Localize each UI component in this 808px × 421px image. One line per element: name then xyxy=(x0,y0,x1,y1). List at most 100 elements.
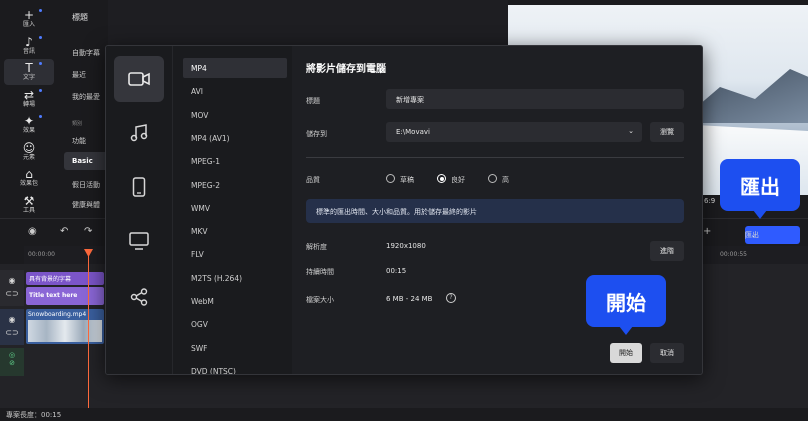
title-input[interactable]: 新增專案 xyxy=(386,89,684,109)
video-camera-icon xyxy=(128,72,150,86)
monitor-icon xyxy=(129,232,149,250)
title-clip[interactable]: Title text here xyxy=(26,287,104,305)
quality-info-banner: 標準的匯出時間、大小和品質。用於儲存最終的影片 xyxy=(306,199,684,223)
rail-item[interactable]: ☺ 元素 xyxy=(4,139,54,165)
category-basic-selected[interactable]: Basic xyxy=(64,152,108,170)
rail-item[interactable]: ⌂ 效果包 xyxy=(4,165,54,191)
mute-icon[interactable]: ⊂⊃ xyxy=(0,328,24,337)
export-button[interactable]: 匯出 ⌄ xyxy=(745,226,800,244)
quality-draft-label: 草稿 xyxy=(400,176,414,184)
format-list: MP4 AVI MOV MP4 (AV1) MPEG-1 MPEG-2 WMV MKV FLV M… xyxy=(172,46,292,374)
quality-good-radio[interactable] xyxy=(437,174,446,183)
format-item[interactable]: M2TS (H.264) xyxy=(183,268,287,288)
new-indicator-dot xyxy=(39,35,42,39)
format-item[interactable]: MP4 xyxy=(183,58,287,78)
rail-item[interactable]: ✦ 效果 xyxy=(4,112,54,138)
tv-export-tab[interactable] xyxy=(114,218,164,264)
ruler-end-time: 00:00:55 xyxy=(720,251,747,258)
rail-icon: T xyxy=(25,61,33,75)
format-item[interactable]: MP4 (AV1) xyxy=(183,128,287,148)
rail-item[interactable]: T 文字 xyxy=(4,59,54,85)
rail-item[interactable]: + 匯入 xyxy=(4,6,54,32)
format-item[interactable]: SWF xyxy=(183,338,287,358)
video-clip[interactable]: Snowboarding.mp4 xyxy=(26,309,104,344)
rail-label: 效果包 xyxy=(19,180,38,187)
quality-draft-radio[interactable] xyxy=(386,174,395,183)
start-button[interactable]: 開始 xyxy=(610,343,642,363)
format-item[interactable]: MOV xyxy=(183,105,287,125)
title-clip[interactable]: 具有背景的字幕 xyxy=(26,272,104,285)
save-location-value: E:\Movavi xyxy=(396,128,430,136)
quality-label: 品質 xyxy=(306,176,320,184)
export-button-label: 匯出 xyxy=(745,231,759,239)
redo-icon[interactable]: ↷ xyxy=(84,226,92,237)
undo-icon[interactable]: ↶ xyxy=(60,226,68,237)
format-item[interactable]: MKV xyxy=(183,221,287,241)
audio-icon[interactable]: ◎ xyxy=(0,351,24,359)
tool-rail: + 匯入 ♪ 音訊 T 文字 ⇄ 轉場 ✦ 效果 ☺ 元素 ⌂ 效果包 ⚒ 工具 xyxy=(0,0,58,218)
rail-icon: + xyxy=(23,8,35,22)
preview-time: 6:9 xyxy=(704,197,716,205)
format-item[interactable]: AVI xyxy=(183,81,287,101)
name-label: 標題 xyxy=(306,97,320,105)
start-callout: 開始 xyxy=(586,275,666,335)
title-track-header: ◉ ⊂⊃ xyxy=(0,270,24,306)
format-item[interactable]: FLV xyxy=(183,244,287,264)
rail-icon: ✦ xyxy=(23,114,35,128)
save-to-label: 儲存到 xyxy=(306,130,327,138)
browse-button[interactable]: 瀏覽 xyxy=(650,122,684,142)
playhead[interactable] xyxy=(88,250,89,410)
share-export-tab[interactable] xyxy=(114,274,164,320)
video-export-tab[interactable] xyxy=(114,56,164,102)
mobile-export-tab[interactable] xyxy=(114,164,164,210)
category-item[interactable]: 假日活動 xyxy=(72,180,100,190)
export-category-sidebar xyxy=(106,46,172,374)
rail-item[interactable]: ♪ 音訊 xyxy=(4,33,54,59)
category-item[interactable]: 功能 xyxy=(72,136,86,146)
file-size-label: 檔案大小 xyxy=(306,296,334,304)
new-indicator-dot xyxy=(39,9,42,12)
audio-export-tab[interactable] xyxy=(114,110,164,156)
rail-label: 元素 xyxy=(22,153,35,161)
cancel-button[interactable]: 取消 xyxy=(650,343,684,363)
duration-label: 持續時間 xyxy=(306,268,334,276)
resolution-value: 1920x1080 xyxy=(386,242,426,250)
rail-label: 文字 xyxy=(22,74,35,81)
rail-icon: ♪ xyxy=(25,34,33,49)
new-indicator-dot xyxy=(39,88,42,92)
eye-icon[interactable]: ◉ xyxy=(0,276,24,285)
format-item[interactable]: MPEG-2 xyxy=(183,175,287,195)
save-location-select[interactable]: E:\Movavi ⌄ xyxy=(386,122,642,142)
category-item[interactable]: 我的最愛 xyxy=(72,92,100,102)
new-indicator-dot xyxy=(39,115,42,118)
rail-label: 音訊 xyxy=(22,47,35,55)
link-icon[interactable]: ⊂⊃ xyxy=(0,289,24,298)
format-item[interactable]: WebM xyxy=(183,291,287,311)
help-icon[interactable]: ? xyxy=(446,293,456,303)
video-thumbnails xyxy=(28,320,102,342)
rail-icon: ⚒ xyxy=(23,193,35,208)
quality-high-label: 高 xyxy=(502,176,509,184)
rail-label: 工具 xyxy=(22,206,35,214)
category-item[interactable]: 最近 xyxy=(72,70,86,80)
category-subheading: 類別 xyxy=(72,121,83,127)
quality-good-label: 良好 xyxy=(451,176,465,184)
quality-high-radio[interactable] xyxy=(488,174,497,183)
project-length: 專案長度：00:15 xyxy=(0,408,808,421)
rail-icon: ⇄ xyxy=(23,87,35,102)
record-icon[interactable]: ◉ xyxy=(28,226,37,237)
rail-item[interactable]: ⚒ 工具 xyxy=(4,192,54,218)
add-icon[interactable]: + xyxy=(703,226,711,237)
format-item[interactable]: OGV xyxy=(183,314,287,334)
file-size-value: 6 MB - 24 MB xyxy=(386,295,433,303)
rail-item[interactable]: ⇄ 轉場 xyxy=(4,86,54,112)
format-item[interactable]: DVD (NTSC) xyxy=(183,361,287,374)
link-icon[interactable]: ⊘ xyxy=(0,359,24,367)
eye-icon[interactable]: ◉ xyxy=(0,315,24,324)
format-item[interactable]: WMV xyxy=(183,198,287,218)
category-item[interactable]: 自動字幕 xyxy=(72,48,100,58)
music-note-icon xyxy=(130,124,148,142)
category-item[interactable]: 健康與體 xyxy=(72,200,100,210)
format-item[interactable]: MPEG-1 xyxy=(183,151,287,171)
advanced-button[interactable]: 進階 xyxy=(650,241,684,261)
